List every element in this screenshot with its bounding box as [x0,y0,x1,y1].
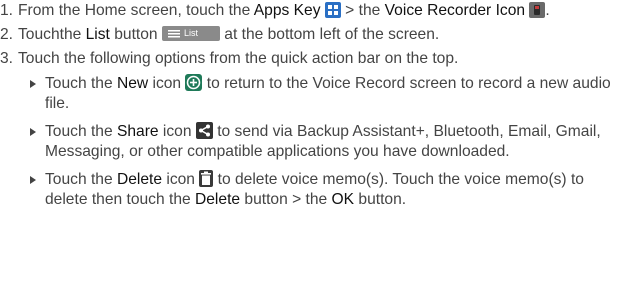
instruction-page: 1. From the Home screen, touch the Apps K… [0,0,636,290]
voice-recorder-icon [529,2,546,18]
share-label: Share [116,123,159,140]
bullet-arrow-icon [30,80,36,88]
voice-recorder-label: Voice Recorder Icon [384,2,526,19]
step-number: 3. [0,50,14,67]
bullet-text: button > the [240,191,332,208]
step-text: . [545,2,550,19]
list-button-label: List [183,28,198,38]
delete-label: Delete [116,171,163,188]
share-icon [195,122,213,139]
bullet-new: Touch the New icon to return to the Voic… [30,74,630,114]
step-2: 2. Touchthe List button List at the botto… [0,25,630,45]
step-text: From the Home screen, touch the [18,2,254,19]
step-number: 1. [0,2,14,19]
step-1: 1. From the Home screen, touch the Apps K… [0,1,630,21]
delete-button-label: Delete [195,191,241,208]
option-bullets: Touch the New icon to return to the Voic… [0,74,630,210]
bullet-text: icon [162,171,200,188]
bullet-text: Touch the [45,171,117,188]
apps-key-label: Apps Key [253,2,321,19]
bullet-text: icon [148,75,186,92]
apps-grid-icon [324,2,341,18]
step-text: > the [340,2,385,19]
steps-list: 1. From the Home screen, touch the Apps K… [0,1,630,218]
plus-circle-icon [185,74,203,91]
bullet-share: Touch the Share icon to send via Backup … [30,122,630,162]
bullet-arrow-icon [30,176,36,184]
step-number: 2. [0,26,14,43]
bullet-text: icon [158,123,196,140]
bullet-text: Touch the [45,75,117,92]
trash-icon [199,170,214,187]
step-text: Touchthe [18,26,86,43]
list-button: List [161,26,220,41]
bullet-text: button. [354,191,407,208]
bullet-text: Touch the [45,123,117,140]
bullet-arrow-icon [30,128,36,136]
ok-button-label: OK [331,191,355,208]
step-text: at the bottom left of the screen. [219,26,440,43]
new-label: New [116,75,149,92]
step-3: 3. Touch the following options from the q… [0,49,630,69]
bullet-delete: Touch the Delete icon to delete voice me… [30,170,630,210]
step-text: Touch the following options from the qui… [18,50,459,67]
step-text: button [109,26,162,43]
list-label: List [85,26,110,43]
